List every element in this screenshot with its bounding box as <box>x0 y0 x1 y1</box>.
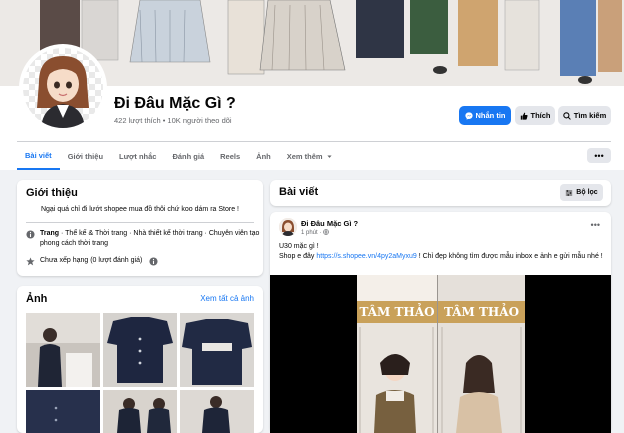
video-sign-right: TÂM THẢO <box>443 305 520 319</box>
intro-rating-row: Chưa xếp hạng (0 lượt đánh giá) <box>26 256 158 266</box>
post-options-button[interactable]: ••• <box>591 220 600 230</box>
photo-image <box>180 313 254 387</box>
intro-rating: Chưa xếp hạng (0 lượt đánh giá) <box>40 257 143 264</box>
post-author-avatar[interactable] <box>279 218 297 236</box>
like-button-label: Thích <box>530 111 551 120</box>
tab-about[interactable]: Giới thiệu <box>60 142 111 170</box>
photo-image <box>103 313 177 387</box>
filter-button-label: Bộ lọc <box>576 189 598 196</box>
post-line-1: U30 mặc gì ! <box>279 243 319 250</box>
post-video[interactable]: TÂM THẢO TÂM THẢO <box>270 275 611 433</box>
info-icon[interactable] <box>149 257 158 266</box>
intro-category-list: · Thể kế & Thời trang · Nhà thiết kế thờ… <box>40 230 260 247</box>
posts-header: Bài viết Bộ lọc <box>270 180 611 206</box>
photos-title: Ảnh <box>26 293 48 305</box>
more-options-button[interactable]: ••• <box>587 148 611 163</box>
intro-divider <box>26 222 254 223</box>
photo-thumbnail[interactable] <box>103 390 177 433</box>
post-line-2-suffix: ! Chỉ đẹp không tìm được mẫu inbox e ảnh… <box>416 253 603 260</box>
filter-icon <box>566 189 573 196</box>
thumbs-up-icon <box>520 112 528 120</box>
intro-bio: Ngại quá chỉ đi lướt shopee mua đồ thôi … <box>40 206 239 213</box>
post-time-text: 1 phút · <box>301 230 322 236</box>
photo-image <box>26 313 100 387</box>
posts-title: Bài viết <box>279 186 319 198</box>
tab-reels[interactable]: Reels <box>212 142 248 170</box>
search-button-label: Tìm kiếm <box>573 111 607 120</box>
message-button-label: Nhắn tin <box>475 111 506 120</box>
page-tabs: Bài viết Giới thiệu Lượt nhắc Đánh giá R… <box>17 142 341 170</box>
video-sign-left: TÂM THẢO <box>359 305 435 319</box>
search-icon <box>563 111 571 120</box>
photo-thumbnail[interactable] <box>180 313 254 387</box>
messenger-icon <box>464 111 473 120</box>
post-card: Đi Đâu Mặc Gì ? 1 phút · ••• U30 mặc gì … <box>270 212 611 433</box>
intro-category-type: Trang <box>40 230 60 237</box>
message-button[interactable]: Nhắn tin <box>459 106 511 125</box>
photos-card: Ảnh Xem tất cả ảnh <box>17 286 263 433</box>
photo-thumbnail[interactable] <box>26 313 100 387</box>
tab-photos[interactable]: Ảnh <box>248 142 279 170</box>
photo-image <box>103 390 177 433</box>
post-text: U30 mặc gì ! Shop e đây https://s.shopee… <box>279 242 604 262</box>
photo-image <box>180 390 254 433</box>
tab-more-label: Xem thêm <box>286 151 323 161</box>
globe-icon <box>323 229 329 235</box>
photo-image <box>26 390 100 433</box>
video-frame <box>270 275 611 433</box>
photo-thumbnail[interactable] <box>103 313 177 387</box>
profile-avatar[interactable] <box>19 44 107 132</box>
tab-reviews[interactable]: Đánh giá <box>164 142 212 170</box>
star-icon <box>26 257 35 266</box>
post-shop-link[interactable]: https://s.shopee.vn/4py2aMyxu9 <box>316 253 416 260</box>
intro-category-row: Trang · Thể kế & Thời trang · Nhà thiết … <box>26 229 260 249</box>
page-header: Đi Đâu Mặc Gì ? 422 lượt thích • 10K ngư… <box>0 0 624 170</box>
avatar-illustration <box>37 56 89 128</box>
info-icon <box>26 230 35 239</box>
post-line-2: Shop e đây https://s.shopee.vn/4py2aMyxu… <box>279 252 604 262</box>
page-title: Đi Đâu Mặc Gì ? <box>114 95 236 112</box>
tab-mentions[interactable]: Lượt nhắc <box>111 142 164 170</box>
page-stats: 422 lượt thích • 10K người theo dõi <box>114 116 232 125</box>
see-all-photos-link[interactable]: Xem tất cả ảnh <box>200 294 254 303</box>
tab-more[interactable]: Xem thêm <box>279 142 341 170</box>
tab-posts[interactable]: Bài viết <box>17 142 60 170</box>
like-button[interactable]: Thích <box>515 106 555 125</box>
avatar-illustration <box>279 218 297 236</box>
post-line-2-prefix: Shop e đây <box>279 253 317 260</box>
intro-card: Giới thiệu Ngại quá chỉ đi lướt shopee m… <box>17 180 263 276</box>
intro-title: Giới thiệu <box>26 187 78 199</box>
search-button[interactable]: Tìm kiếm <box>558 106 611 125</box>
filter-button[interactable]: Bộ lọc <box>560 184 603 201</box>
caret-down-icon <box>327 154 332 158</box>
intro-category: Trang · Thể kế & Thời trang · Nhà thiết … <box>40 229 260 249</box>
photo-thumbnail[interactable] <box>180 390 254 433</box>
post-author[interactable]: Đi Đâu Mặc Gì ? <box>301 219 358 228</box>
photo-thumbnail[interactable] <box>26 390 100 433</box>
post-timestamp[interactable]: 1 phút · <box>301 229 329 236</box>
